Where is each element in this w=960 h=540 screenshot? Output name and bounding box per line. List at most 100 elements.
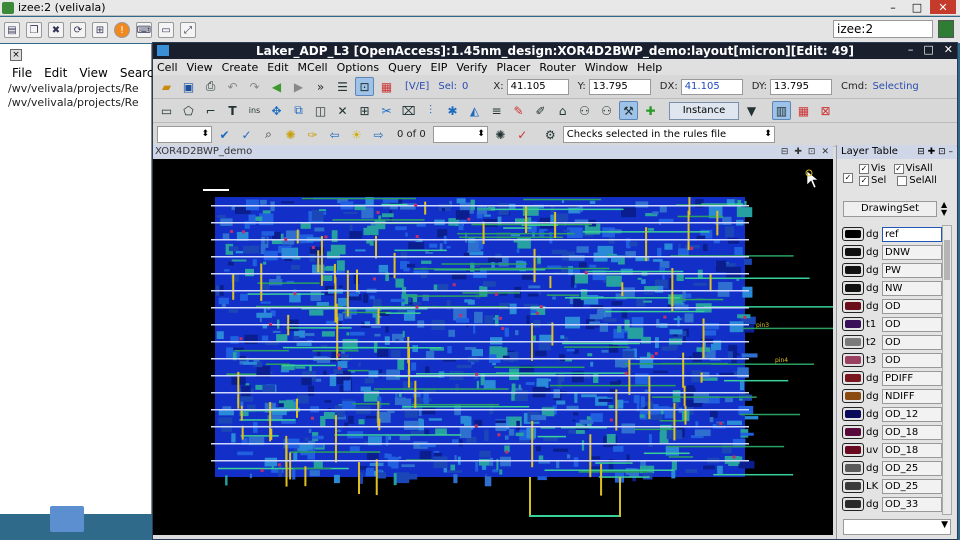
layout-drawing[interactable]: pin3 pin4 bbox=[153, 159, 867, 535]
layer-row[interactable]: LK OD_25 bbox=[842, 477, 942, 495]
layer-palette-icon[interactable]: ▥ bbox=[772, 101, 791, 120]
layer-swatch[interactable] bbox=[842, 299, 864, 313]
layer-name[interactable]: OD_33 bbox=[882, 496, 942, 512]
layer-row[interactable]: dg OD bbox=[842, 297, 942, 315]
scrollbar-thumb[interactable] bbox=[944, 240, 950, 280]
layout-canvas[interactable]: pin3 pin4 bbox=[153, 159, 867, 535]
layer-name[interactable]: OD bbox=[882, 334, 942, 350]
layer-swatch[interactable] bbox=[842, 461, 864, 475]
layer-name[interactable]: OD_18 bbox=[882, 442, 942, 458]
menu-create[interactable]: Create bbox=[222, 61, 259, 74]
layer-select-icon[interactable]: ▦ bbox=[377, 77, 396, 96]
close-icon[interactable]: × bbox=[10, 49, 22, 61]
ve-mode[interactable]: [V/E] bbox=[405, 81, 429, 92]
search-icon[interactable]: ⌕ bbox=[259, 125, 278, 144]
align-icon[interactable]: ⫶ bbox=[421, 101, 440, 120]
vis-toggle[interactable]: ✓ Vis bbox=[859, 163, 886, 174]
layer-name[interactable]: OD bbox=[882, 298, 942, 314]
menu-help[interactable]: Help bbox=[637, 61, 662, 74]
menu-window[interactable]: Window bbox=[585, 61, 628, 74]
menu-view[interactable]: View bbox=[79, 66, 107, 80]
minimize-icon[interactable]: – bbox=[908, 43, 914, 56]
error-config-icon[interactable]: ✺ bbox=[491, 125, 510, 144]
layer-row[interactable]: t1 OD bbox=[842, 315, 942, 333]
next-icon[interactable]: ⇨ bbox=[369, 125, 388, 144]
layer-swatch[interactable] bbox=[842, 263, 864, 277]
menu-file[interactable]: File bbox=[12, 66, 32, 80]
menu-cell[interactable]: Cell bbox=[157, 61, 178, 74]
close-icon[interactable]: ✕ bbox=[821, 145, 829, 159]
layer-name[interactable]: OD_12 bbox=[882, 406, 942, 422]
restore-icon[interactable]: ⊡ bbox=[938, 147, 946, 157]
text-icon[interactable]: T bbox=[223, 101, 242, 120]
float-icon[interactable]: ⊟ bbox=[917, 147, 925, 157]
layer-swatch[interactable] bbox=[842, 371, 864, 385]
rules-dropdown[interactable]: Checks selected in the rules file ⬍ bbox=[562, 126, 775, 143]
open-folder-icon[interactable]: ▰ bbox=[157, 77, 176, 96]
pages-icon[interactable]: ❐ bbox=[26, 22, 42, 38]
x-coordinate-field[interactable]: 41.105 bbox=[506, 78, 569, 95]
gear-icon[interactable]: ⚙ bbox=[541, 125, 560, 144]
sel-checkbox[interactable]: ✓ bbox=[859, 175, 869, 186]
binoculars-icon[interactable]: ⚇ bbox=[575, 101, 594, 120]
pin-icon[interactable]: ✚ bbox=[928, 147, 936, 157]
vis-checkbox[interactable]: ✓ bbox=[859, 163, 869, 174]
layer-name[interactable]: DNW bbox=[882, 244, 942, 260]
fit-view-icon[interactable]: ⊡ bbox=[355, 77, 374, 96]
layer-row[interactable]: dg NDIFF bbox=[842, 387, 942, 405]
back-icon[interactable]: ◀ bbox=[267, 77, 286, 96]
layer-swatch[interactable] bbox=[842, 227, 864, 241]
prev-icon[interactable]: ⇦ bbox=[325, 125, 344, 144]
dx-field[interactable]: 41.105 bbox=[680, 78, 743, 95]
layer-row[interactable]: dg OD_18 bbox=[842, 423, 942, 441]
menu-eip[interactable]: EIP bbox=[431, 61, 448, 74]
copy-icon[interactable]: ⧉ bbox=[289, 101, 308, 120]
layer-swatch[interactable] bbox=[842, 281, 864, 295]
selall-toggle[interactable]: SelAll bbox=[897, 175, 937, 186]
layer-swatch[interactable] bbox=[842, 425, 864, 439]
add-icon[interactable]: ✚ bbox=[641, 101, 660, 120]
layer-swatch[interactable] bbox=[842, 407, 864, 421]
float-icon[interactable]: ⊟ bbox=[781, 145, 789, 159]
drc-icon[interactable]: ✺ bbox=[281, 125, 300, 144]
tag-icon[interactable]: ⌂ bbox=[553, 101, 572, 120]
stretch-icon[interactable]: ◫ bbox=[311, 101, 330, 120]
path-icon[interactable]: ⌐ bbox=[201, 101, 220, 120]
drawing-set-stepper[interactable]: ▲ ▼ bbox=[941, 201, 947, 217]
layer-row[interactable]: dg ref bbox=[842, 225, 942, 243]
layer-grid-icon[interactable]: ▦ bbox=[794, 101, 813, 120]
menu-mcell[interactable]: MCell bbox=[298, 61, 328, 74]
more-icon[interactable]: » bbox=[311, 77, 330, 96]
split-icon[interactable]: ⌧ bbox=[399, 101, 418, 120]
delete-icon[interactable]: ✕ bbox=[333, 101, 352, 120]
layer-row[interactable]: t3 OD bbox=[842, 351, 942, 369]
pen-icon[interactable]: ✎ bbox=[509, 101, 528, 120]
layer-swatch[interactable] bbox=[842, 479, 864, 493]
mirror-icon[interactable]: ◭ bbox=[465, 101, 484, 120]
keyboard-icon[interactable]: ⌨ bbox=[136, 22, 152, 38]
menu-router[interactable]: Router bbox=[539, 61, 575, 74]
menu-edit[interactable]: Edit bbox=[267, 61, 288, 74]
highlight-icon[interactable]: ☀ bbox=[347, 125, 366, 144]
layer-name[interactable]: NDIFF bbox=[882, 388, 942, 404]
layer-swatch[interactable] bbox=[842, 245, 864, 259]
layout-tab-title[interactable]: XOR4D2BWP_demo bbox=[155, 146, 252, 157]
windows-logo-icon[interactable]: ⊞ bbox=[92, 22, 108, 38]
layer-row[interactable]: dg PDIFF bbox=[842, 369, 942, 387]
layer-name[interactable]: PDIFF bbox=[882, 370, 942, 386]
sel-toggle[interactable]: ✓ Sel bbox=[859, 175, 886, 186]
close-icon[interactable]: ✕ bbox=[930, 0, 956, 14]
layer-row[interactable]: dg PW bbox=[842, 261, 942, 279]
menu-view[interactable]: View bbox=[187, 61, 213, 74]
cut-icon[interactable]: ✂ bbox=[377, 101, 396, 120]
maximize-icon[interactable]: □ bbox=[923, 43, 933, 56]
layer-remove-icon[interactable]: ⊠ bbox=[816, 101, 835, 120]
refresh-icon[interactable]: ⟳ bbox=[70, 22, 86, 38]
flatten-icon[interactable]: ✱ bbox=[443, 101, 462, 120]
visall-checkbox[interactable]: ✓ bbox=[893, 163, 904, 174]
layer-name[interactable]: OD_25 bbox=[882, 460, 942, 476]
layer-name[interactable]: ref bbox=[882, 226, 942, 242]
chevron-down-icon[interactable]: ▼ bbox=[742, 101, 761, 120]
dy-field[interactable]: 13.795 bbox=[770, 78, 832, 95]
polygon-icon[interactable]: ⬠ bbox=[179, 101, 198, 120]
